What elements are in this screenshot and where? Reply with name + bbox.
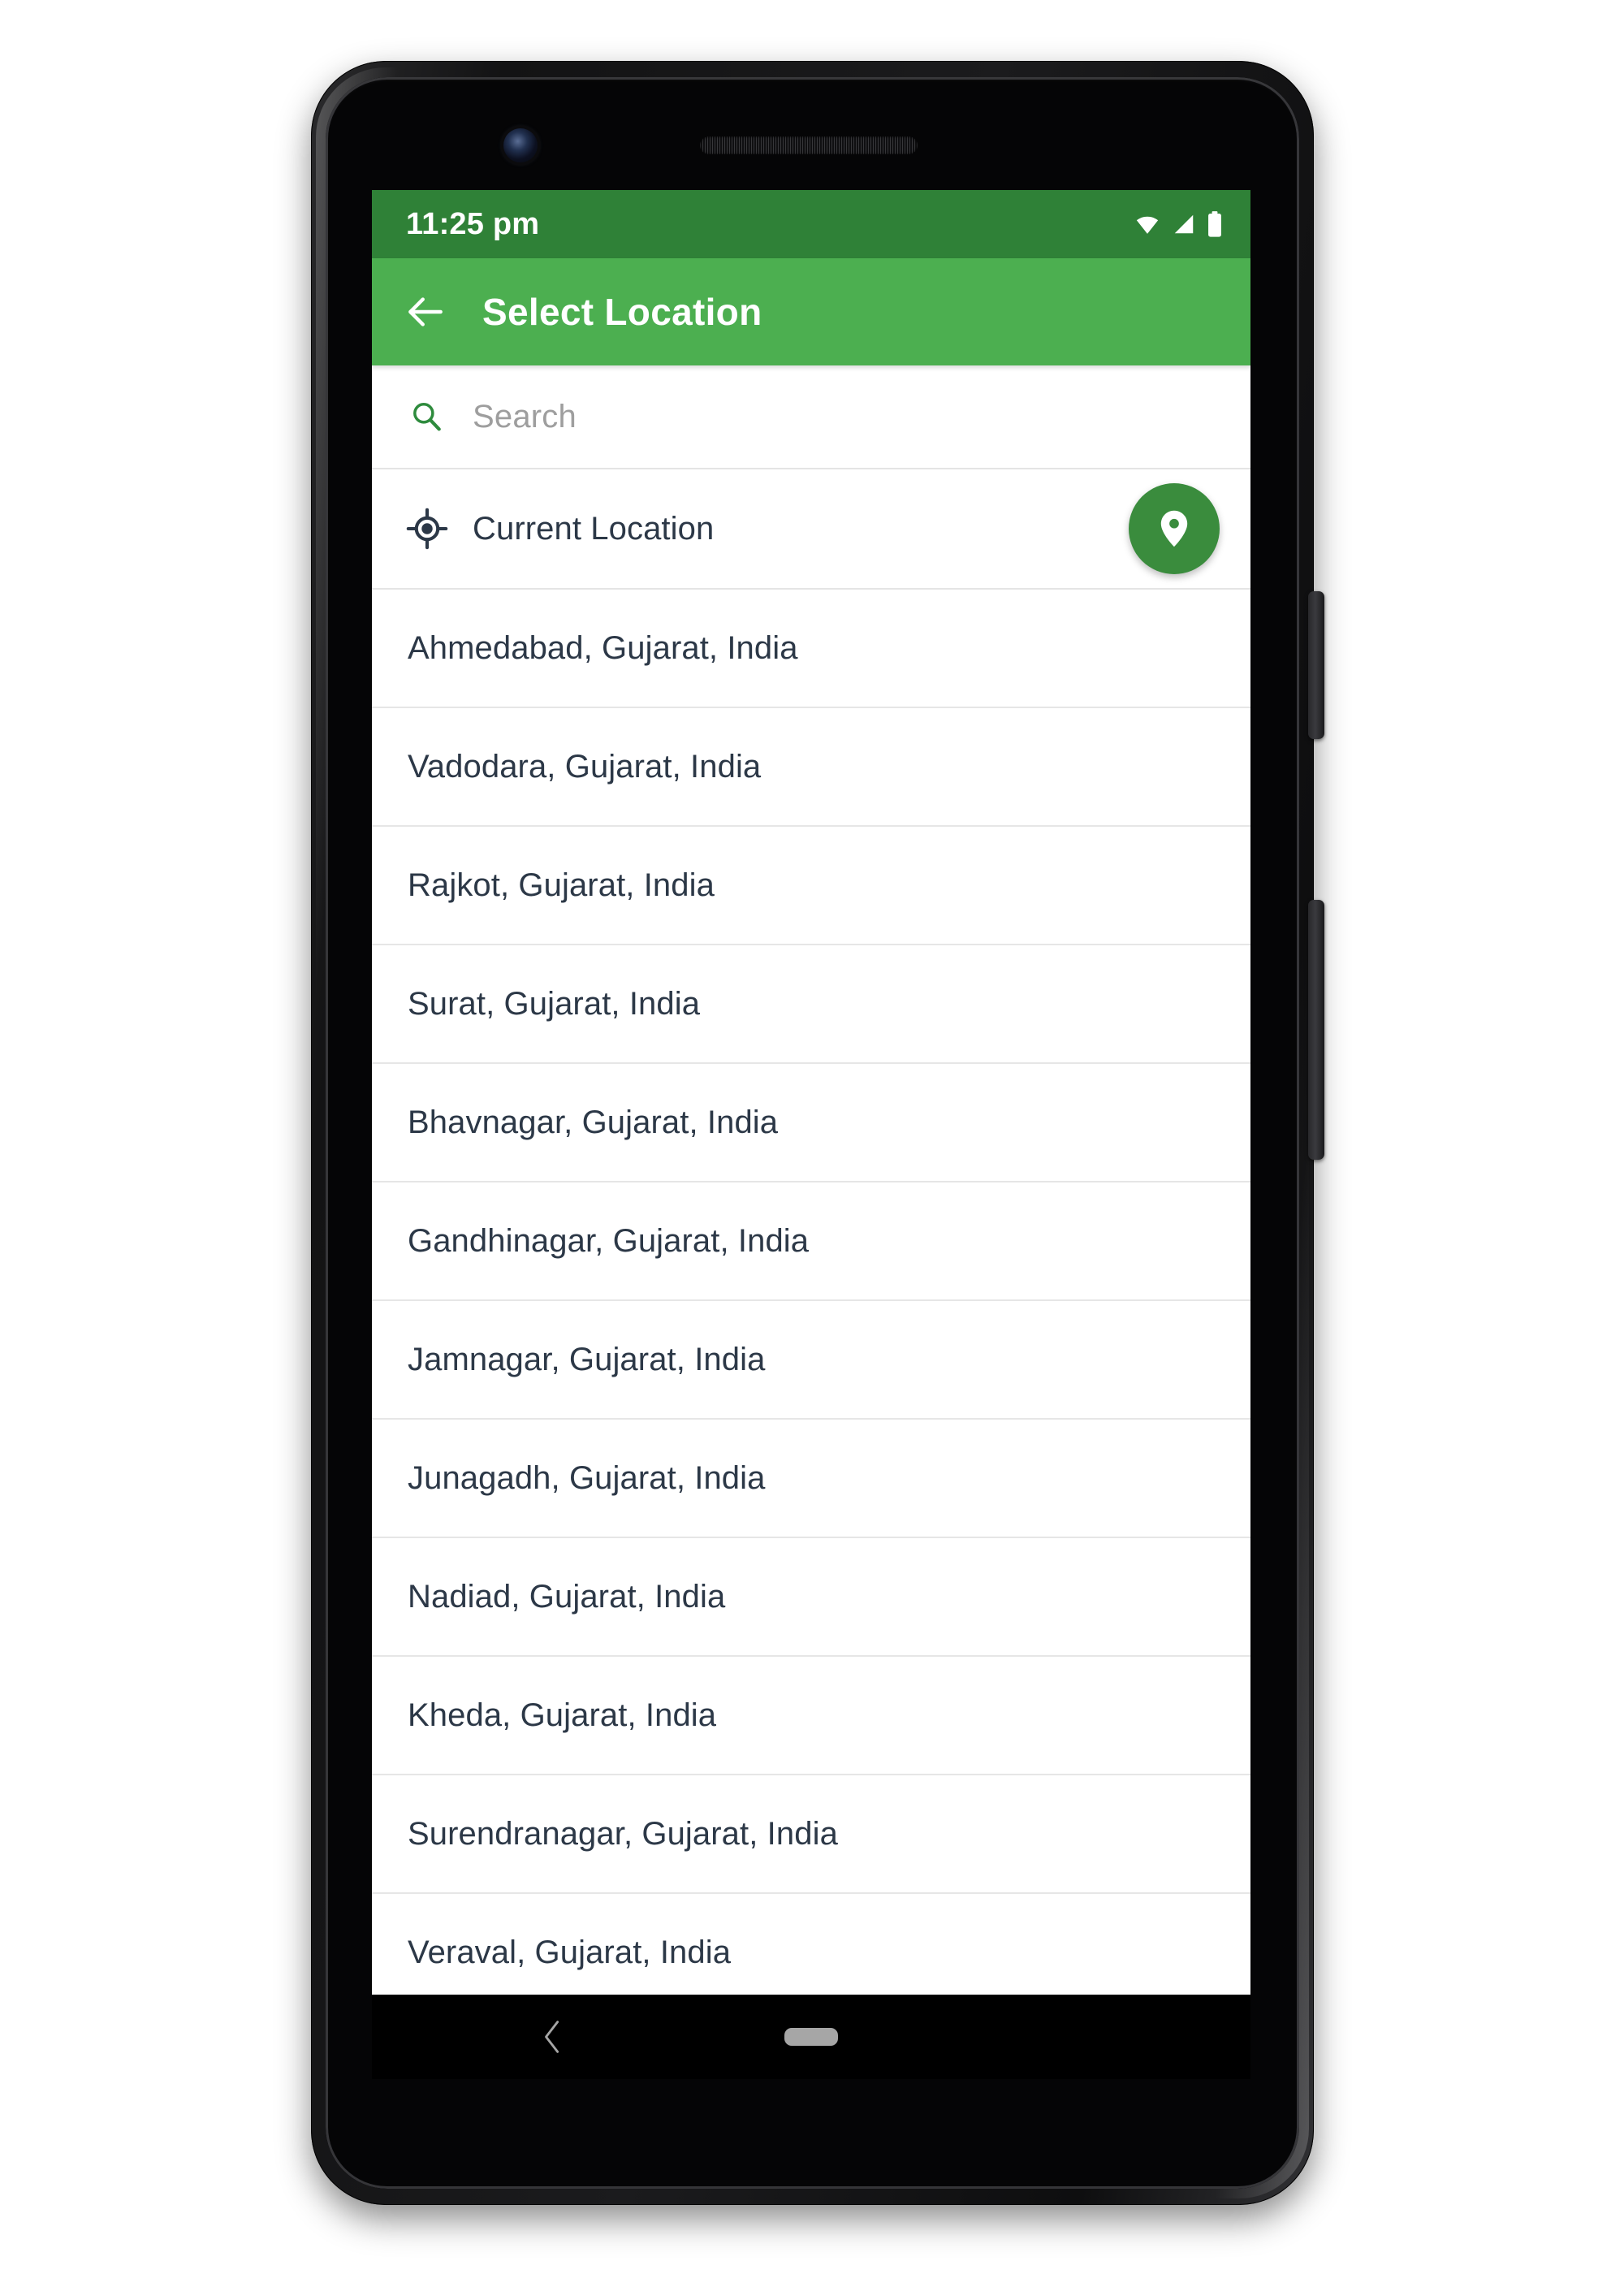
list-item[interactable]: Vadodara, Gujarat, India xyxy=(372,708,1250,827)
list-item[interactable]: Nadiad, Gujarat, India xyxy=(372,1538,1250,1657)
list-item-label: Surendranagar, Gujarat, India xyxy=(408,1815,838,1852)
nav-back-chevron-icon[interactable] xyxy=(539,2018,567,2056)
map-pin-icon xyxy=(1160,510,1188,547)
search-bar[interactable]: Search xyxy=(372,365,1250,469)
search-icon xyxy=(413,403,441,431)
screenshot-canvas: 11:25 pm Select Location Search Current … xyxy=(0,0,1624,2274)
power-button[interactable] xyxy=(1308,591,1324,739)
app-bar: Select Location xyxy=(372,258,1250,365)
status-bar-clock: 11:25 pm xyxy=(406,207,540,241)
list-item[interactable]: Gandhinagar, Gujarat, India xyxy=(372,1182,1250,1301)
page-title: Select Location xyxy=(482,291,762,333)
list-item-label: Gandhinagar, Gujarat, India xyxy=(408,1222,810,1259)
list-item-label: Junagadh, Gujarat, India xyxy=(408,1459,766,1496)
current-location-row[interactable]: Current Location xyxy=(372,469,1250,590)
gps-crosshair-icon xyxy=(406,508,448,550)
list-item[interactable]: Jamnagar, Gujarat, India xyxy=(372,1301,1250,1420)
phone-screen: 11:25 pm Select Location Search Current … xyxy=(372,190,1250,1995)
front-camera-icon xyxy=(503,128,538,162)
android-navigation-bar xyxy=(372,1995,1250,2079)
earpiece-speaker-icon xyxy=(700,136,918,154)
list-item[interactable]: Surat, Gujarat, India xyxy=(372,945,1250,1064)
battery-icon xyxy=(1208,211,1221,237)
location-list: Ahmedabad, Gujarat, India Vadodara, Guja… xyxy=(372,590,1250,1995)
list-item[interactable]: Veraval, Gujarat, India xyxy=(372,1894,1250,1995)
volume-rocker-button[interactable] xyxy=(1308,900,1324,1160)
list-item-label: Nadiad, Gujarat, India xyxy=(408,1578,726,1615)
list-item[interactable]: Kheda, Gujarat, India xyxy=(372,1657,1250,1775)
list-item-label: Rajkot, Gujarat, India xyxy=(408,867,715,903)
list-item[interactable]: Surendranagar, Gujarat, India xyxy=(372,1775,1250,1894)
nav-home-pill-icon[interactable] xyxy=(784,2028,838,2046)
back-arrow-icon[interactable] xyxy=(403,289,448,335)
use-my-location-fab[interactable] xyxy=(1129,483,1220,574)
list-item-label: Veraval, Gujarat, India xyxy=(408,1934,732,1970)
search-input[interactable]: Search xyxy=(473,399,577,435)
wifi-icon xyxy=(1136,216,1159,234)
list-item-label: Kheda, Gujarat, India xyxy=(408,1697,717,1733)
cellular-signal-icon xyxy=(1174,214,1194,234)
status-bar: 11:25 pm xyxy=(372,190,1250,258)
list-item-label: Vadodara, Gujarat, India xyxy=(408,748,762,785)
list-item-label: Surat, Gujarat, India xyxy=(408,985,701,1022)
status-bar-icons xyxy=(1134,210,1223,238)
list-item[interactable]: Junagadh, Gujarat, India xyxy=(372,1420,1250,1538)
list-item-label: Ahmedabad, Gujarat, India xyxy=(408,629,798,666)
list-item[interactable]: Ahmedabad, Gujarat, India xyxy=(372,590,1250,708)
list-item-label: Jamnagar, Gujarat, India xyxy=(408,1341,766,1377)
list-item[interactable]: Rajkot, Gujarat, India xyxy=(372,827,1250,945)
current-location-label: Current Location xyxy=(473,510,715,547)
list-item[interactable]: Bhavnagar, Gujarat, India xyxy=(372,1064,1250,1182)
list-item-label: Bhavnagar, Gujarat, India xyxy=(408,1104,779,1140)
